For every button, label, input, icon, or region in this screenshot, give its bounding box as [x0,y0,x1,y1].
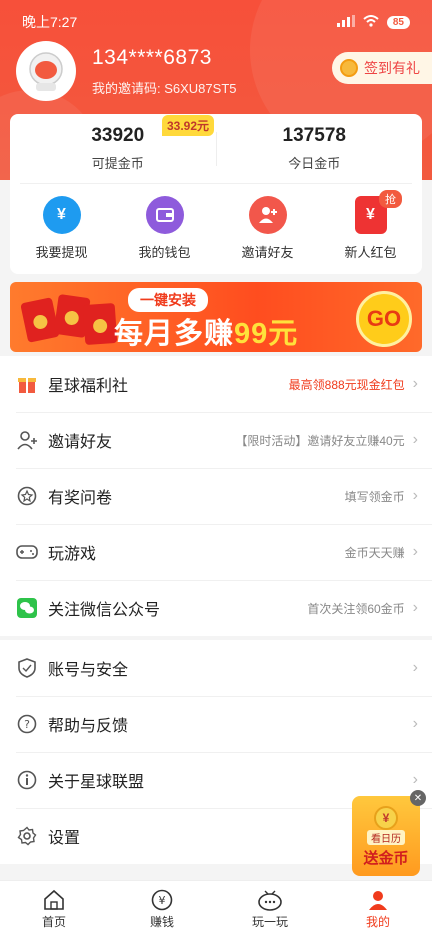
list-item-hint: 【限时活动】邀请好友立赚40元 [235,433,405,448]
yen-coin-icon: ¥ [151,887,173,913]
list-item-hint: 最高领888元现金红包 [288,377,405,392]
stat-label: 今日金币 [288,156,341,171]
coin-icon: ¥ [374,806,398,830]
action-label: 新人红包 [344,244,397,260]
tab-earn[interactable]: ¥ 赚钱 [108,881,216,936]
chevron-right-icon: › [412,375,418,392]
tab-mine[interactable]: 我的 [324,881,432,936]
wallet-icon [145,195,184,234]
gamepad-icon [16,541,38,563]
gift-icon [16,373,38,395]
list-item-games[interactable]: 玩游戏 金币天天赚 › [0,524,432,580]
add-friend-icon [248,195,287,234]
chevron-right-icon: › [412,771,418,788]
signal-icon [336,14,355,30]
close-icon[interactable]: ✕ [410,790,426,806]
stats-card: 33920 可提金币 33.92元 137578 今日金币 ¥ 我要提现 我的钱… [10,114,422,274]
action-withdraw[interactable]: ¥ 我要提现 [10,195,113,261]
action-label: 我的钱包 [138,244,191,260]
checkin-button[interactable]: 签到有礼 [332,52,432,84]
feature-list: 星球福利社 最高领888元现金红包 › 邀请好友 【限时活动】邀请好友立赚40元… [0,356,432,636]
banner-headline-highlight: 99元 [234,318,299,350]
wifi-icon [363,14,379,30]
stat-withdrawable-coins[interactable]: 33920 可提金币 33.92元 [20,115,216,172]
list-item-welfare[interactable]: 星球福利社 最高领888元现金红包 › [0,356,432,412]
home-icon [43,887,65,913]
phone-number: 134****6873 [92,45,212,69]
action-invite[interactable]: 邀请好友 [216,195,319,261]
red-envelope-icon [82,302,118,346]
list-item-title: 账号与安全 [48,662,129,679]
floater-line2: 送金币 [363,850,409,867]
checkin-label: 签到有礼 [364,60,420,76]
tab-label: 赚钱 [149,915,174,929]
profile-header: 134****6873 我的邀请码: S6XU87ST5 签到有礼 [16,40,432,102]
calendar-coins-floater[interactable]: ¥ 看日历 送金币 ✕ [352,790,426,876]
profile-icon [367,887,389,913]
promo-banner[interactable]: 一键安装 每月多赚99元 GO [10,282,422,352]
tab-label: 玩一玩 [251,915,288,929]
list-item-invite[interactable]: 邀请好友 【限时活动】邀请好友立赚40元 › [0,412,432,468]
red-envelope-icon [20,297,60,343]
svg-text:?: ? [24,718,30,731]
banner-headline-prefix: 每月多赚 [114,318,235,350]
avatar[interactable] [16,41,76,101]
stat-label: 可提金币 [91,156,144,171]
action-newbie-redpacket[interactable]: ¥ 新人红包 抢 [319,189,422,261]
svg-text:¥: ¥ [159,894,166,907]
invite-code[interactable]: 我的邀请码: S6XU87ST5 [92,78,237,97]
list-item-title: 星球福利社 [48,378,129,395]
bottom-tab-bar: 首页 ¥ 赚钱 玩一玩 我的 [0,880,432,936]
stat-value: 137578 [282,125,346,146]
list-item-hint: 填写领金币 [344,489,405,504]
controller-icon [257,887,283,913]
list-item-title: 玩游戏 [48,546,97,563]
list-item-title: 关于星球联盟 [48,774,145,791]
list-item-survey[interactable]: 有奖问卷 填写领金币 › [0,468,432,524]
stat-today-coins[interactable]: 137578 今日金币 [217,125,413,172]
list-item-help[interactable]: ? 帮助与反馈 › [0,696,432,752]
list-item-wechat[interactable]: 关注微信公众号 首次关注领60金币 › [0,580,432,636]
tab-label: 我的 [365,915,390,929]
status-time: 晚上7:27 [22,14,78,30]
list-item-title: 帮助与反馈 [48,718,129,735]
tab-play[interactable]: 玩一玩 [216,881,324,936]
action-label: 邀请好友 [241,244,294,260]
list-item-title: 邀请好友 [48,434,113,451]
info-icon [16,769,38,791]
shield-icon [16,657,38,679]
user-add-icon [16,429,38,451]
chevron-right-icon: › [412,599,418,616]
battery-indicator: 85 [386,15,410,29]
tab-label: 首页 [41,915,66,929]
list-item-account-security[interactable]: 账号与安全 › [0,640,432,696]
wechat-icon [16,597,38,619]
astronaut-icon [29,52,63,91]
chevron-right-icon: › [412,431,418,448]
list-item-hint: 金币天天赚 [344,545,405,560]
money-bag-icon: ¥ [42,195,81,234]
chevron-right-icon: › [412,715,418,732]
chevron-right-icon: › [412,487,418,504]
chevron-right-icon: › [412,543,418,560]
tab-home[interactable]: 首页 [0,881,108,936]
gear-icon [16,825,38,847]
banner-pill: 一键安装 [128,288,208,312]
floater-line1: 看日历 [367,830,405,845]
coin-stack-icon [340,59,358,77]
question-icon: ? [16,713,38,735]
cash-value-badge: 33.92元 [162,115,215,136]
banner-headline: 每月多赚99元 [114,310,298,352]
grab-badge: 抢 [379,189,402,208]
status-bar: 晚上7:27 85 [0,0,432,44]
list-item-title: 有奖问卷 [48,490,113,507]
star-badge-icon [16,485,38,507]
action-wallet[interactable]: 我的钱包 [113,195,216,261]
chevron-right-icon: › [412,659,418,676]
go-button[interactable]: GO [356,291,412,347]
list-item-hint: 首次关注领60金币 [307,601,405,616]
list-item-title: 关注微信公众号 [48,602,161,619]
action-label: 我要提现 [35,244,88,260]
